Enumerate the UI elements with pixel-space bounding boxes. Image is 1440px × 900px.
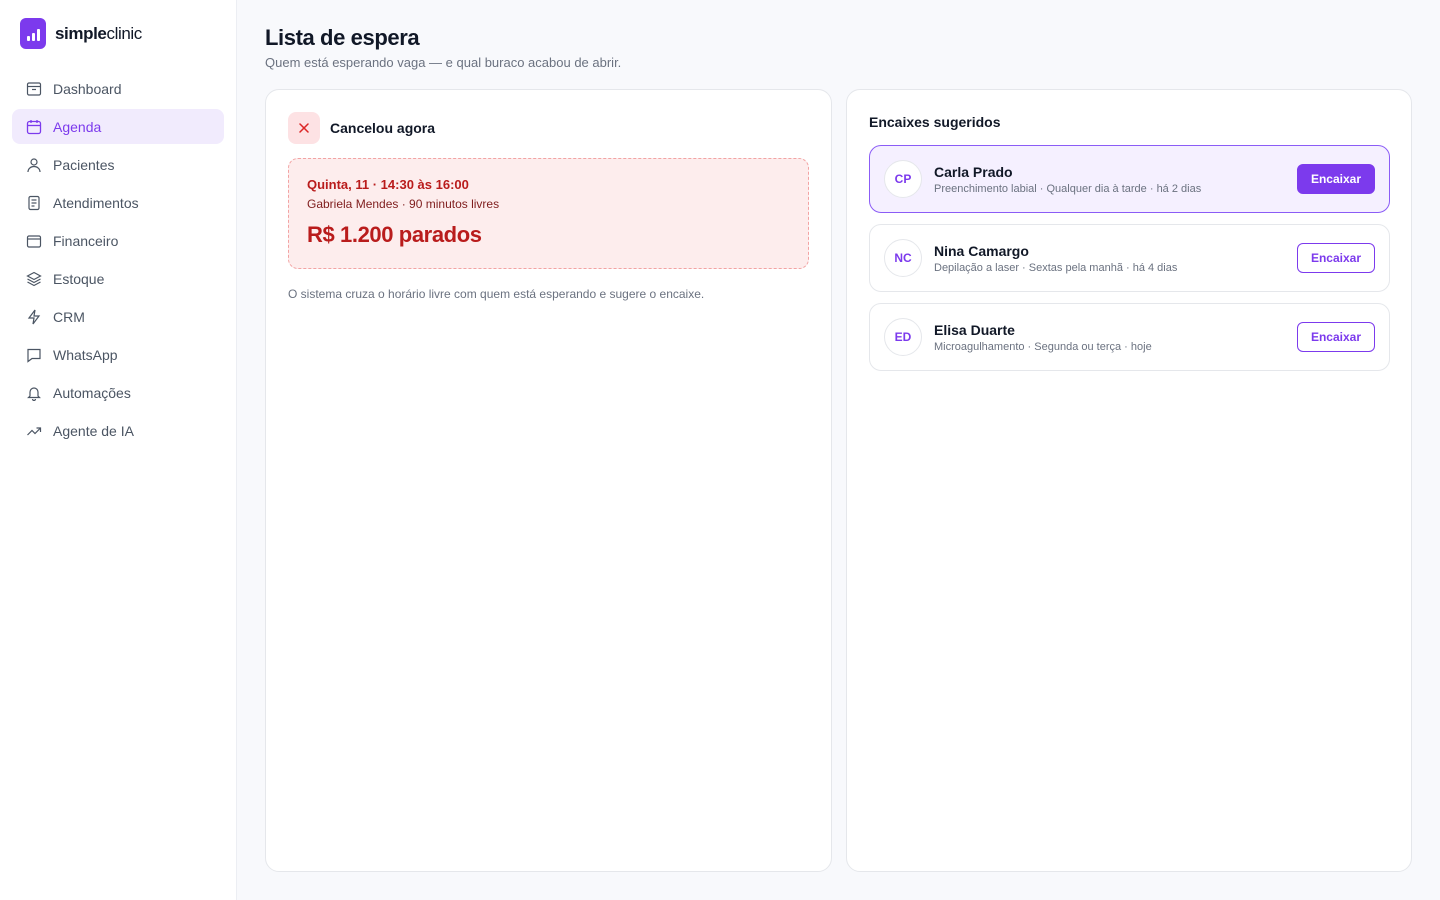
cancellation-header: Cancelou agora bbox=[288, 112, 435, 144]
sidebar-item-label: Pacientes bbox=[53, 156, 115, 173]
sidebar-item-agenda[interactable]: Agenda bbox=[12, 109, 224, 144]
sidebar-item-label: WhatsApp bbox=[53, 346, 118, 363]
page-header: Lista de espera Quem está esperando vaga… bbox=[265, 25, 621, 70]
sidebar-item-dashboard[interactable]: Dashboard bbox=[12, 71, 224, 106]
sidebar-nav: Dashboard Agenda Pacientes Atendimentos … bbox=[12, 71, 224, 451]
sidebar-item-label: Estoque bbox=[53, 270, 105, 287]
logo[interactable]: simpleclinic bbox=[20, 18, 142, 49]
cancellation-title: Cancelou agora bbox=[330, 120, 436, 136]
encaixar-button[interactable]: Encaixar bbox=[1297, 164, 1375, 194]
brand-name-light: clinic bbox=[106, 23, 142, 43]
chat-icon bbox=[27, 348, 41, 363]
suggestion-item: NC Nina Camargo Depilação a laser · Sext… bbox=[869, 224, 1390, 292]
slot-patient: Gabriela Mendes · 90 minutos livres bbox=[307, 197, 500, 211]
suggestion-name: Nina Camargo bbox=[934, 242, 1029, 259]
suggestion-name: Elisa Duarte bbox=[934, 321, 1015, 338]
free-slot-box: Quinta, 11 · 14:30 às 16:00 Gabriela Men… bbox=[288, 158, 809, 269]
page-subtitle: Quem está esperando vaga — e qual buraco… bbox=[265, 55, 622, 70]
suggestion-meta: Microagulhamento · Segunda ou terça · ho… bbox=[934, 340, 1152, 353]
wallet-icon bbox=[26, 234, 42, 248]
dashboard-icon bbox=[26, 81, 42, 96]
suggestion-info: Elisa Duarte Microagulhamento · Segunda … bbox=[934, 322, 1297, 353]
slot-lost-value: R$ 1.200 parados bbox=[307, 222, 482, 247]
sidebar-item-label: CRM bbox=[53, 308, 85, 325]
cancellation-card: Cancelou agora Quinta, 11 · 14:30 às 16:… bbox=[265, 89, 832, 872]
sidebar-item-label: Agenda bbox=[53, 118, 102, 135]
sidebar-item-automacoes[interactable]: Automações bbox=[12, 375, 224, 410]
sidebar-item-agente-ia[interactable]: Agente de IA bbox=[12, 413, 224, 448]
suggestion-info: Nina Camargo Depilação a laser · Sextas … bbox=[934, 243, 1297, 274]
sidebar-item-crm[interactable]: CRM bbox=[12, 299, 224, 334]
sidebar-item-atendimentos[interactable]: Atendimentos bbox=[12, 185, 224, 220]
trend-icon bbox=[27, 426, 42, 435]
encaixar-button[interactable]: Encaixar bbox=[1297, 322, 1375, 352]
sidebar-item-pacientes[interactable]: Pacientes bbox=[12, 147, 224, 182]
sidebar-item-financeiro[interactable]: Financeiro bbox=[12, 223, 224, 258]
suggestion-meta: Depilação a laser · Sextas pela manhã · … bbox=[934, 261, 1178, 274]
slot-time: Quinta, 11 · 14:30 às 16:00 bbox=[307, 177, 469, 192]
close-icon bbox=[288, 112, 320, 144]
sidebar-item-label: Agente de IA bbox=[53, 422, 134, 439]
sidebar-item-whatsapp[interactable]: WhatsApp bbox=[12, 337, 224, 372]
suggestion-info: Carla Prado Preenchimento labial · Qualq… bbox=[934, 164, 1297, 195]
suggestion-item: ED Elisa Duarte Microagulhamento · Segun… bbox=[869, 303, 1390, 371]
sidebar-item-label: Automações bbox=[53, 384, 131, 401]
suggestion-name: Carla Prado bbox=[934, 163, 1013, 180]
calendar-icon bbox=[26, 119, 42, 134]
bolt-icon bbox=[27, 309, 41, 324]
matching-hint: O sistema cruza o horário livre com quem… bbox=[288, 287, 705, 301]
avatar: ED bbox=[884, 318, 922, 356]
bell-icon bbox=[27, 386, 41, 401]
user-icon bbox=[27, 157, 41, 172]
sidebar-item-label: Atendimentos bbox=[53, 194, 139, 211]
suggestions-title: Encaixes sugeridos bbox=[869, 114, 1001, 130]
sidebar: simpleclinic Dashboard Agenda Pacientes … bbox=[0, 0, 237, 900]
logo-icon bbox=[20, 18, 46, 49]
avatar: NC bbox=[884, 239, 922, 277]
suggestion-meta: Preenchimento labial · Qualquer dia à ta… bbox=[934, 182, 1202, 195]
sidebar-item-label: Financeiro bbox=[53, 232, 119, 249]
encaixar-button[interactable]: Encaixar bbox=[1297, 243, 1375, 273]
clipboard-icon bbox=[28, 195, 40, 210]
sidebar-item-estoque[interactable]: Estoque bbox=[12, 261, 224, 296]
brand-name-bold: simple bbox=[55, 23, 107, 43]
brand-name: simpleclinic bbox=[55, 24, 142, 44]
layers-icon bbox=[26, 271, 42, 286]
sidebar-item-label: Dashboard bbox=[53, 80, 122, 97]
suggestion-item: CP Carla Prado Preenchimento labial · Qu… bbox=[869, 145, 1390, 213]
avatar: CP bbox=[884, 160, 922, 198]
page-title: Lista de espera bbox=[265, 25, 420, 50]
suggestions-card: Encaixes sugeridos CP Carla Prado Preenc… bbox=[846, 89, 1412, 872]
